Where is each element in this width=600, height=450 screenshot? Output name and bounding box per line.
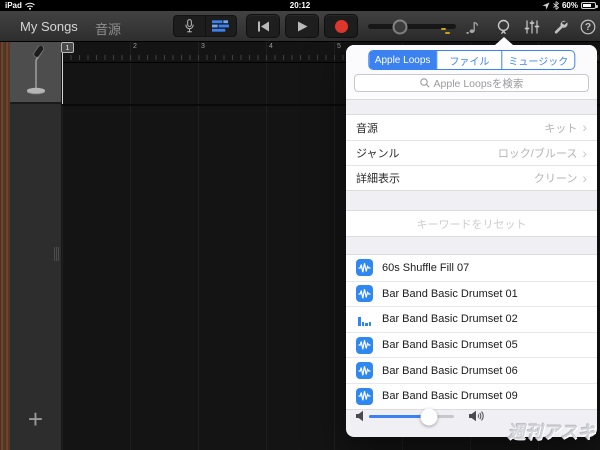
microphone-icon [185, 19, 194, 33]
measure-number: 3 [201, 43, 205, 50]
filter-label: 音源 [356, 122, 378, 135]
search-icon [419, 78, 430, 88]
filter-value: キット [544, 122, 578, 135]
filter-genre[interactable]: ジャンル ロック/ブルース › [346, 140, 597, 165]
loop-list-item[interactable]: Bar Band Basic Drumset 01 [346, 280, 597, 307]
garageband-screen: iPad 20:12 60% My Songs 音源 ? + 2 3 4 5 1… [0, 0, 600, 450]
clock: 20:12 [289, 1, 311, 10]
status-bar: iPad 20:12 60% [0, 0, 600, 11]
loop-filters: 音源 キット › ジャンル ロック/ブルース › 詳細表示 クリーン › [346, 114, 597, 191]
audio-track-header[interactable] [10, 42, 61, 104]
loop-name: Bar Band Basic Drumset 01 [382, 287, 518, 300]
record-icon [334, 19, 348, 33]
rewind-button[interactable] [246, 14, 280, 38]
bluetooth-icon [553, 1, 559, 10]
popover-arrow [495, 37, 513, 45]
rewind-icon [257, 21, 269, 31]
loop-list-item[interactable]: Bar Band Basic Drumset 02 [346, 306, 597, 332]
loop-waveform-icon [356, 387, 373, 405]
play-icon [297, 21, 307, 31]
wrench-icon[interactable] [551, 18, 569, 36]
measure-number: 4 [269, 43, 273, 50]
loop-waveform-icon [356, 362, 373, 380]
tracks-view-icon [212, 20, 230, 32]
loop-name: Bar Band Basic Drumset 06 [382, 364, 518, 377]
loop-results-list: 60s Shuffle Fill 07 Bar Band Basic Drums… [346, 254, 597, 410]
filter-label: ジャンル [356, 148, 400, 160]
my-songs-button[interactable]: My Songs [20, 19, 78, 34]
filter-label: 詳細表示 [356, 173, 400, 185]
loop-waveform-icon [356, 259, 373, 277]
column-resize-handle[interactable] [52, 247, 60, 261]
microphone-stand-image [26, 46, 45, 95]
help-icon[interactable]: ? [579, 18, 597, 36]
measure-number: 2 [133, 43, 137, 50]
loop-name: Bar Band Basic Drumset 09 [382, 390, 518, 403]
watermark: 週刊アスキー [508, 423, 596, 450]
wood-edge-texture [0, 42, 10, 450]
play-button[interactable] [285, 14, 319, 38]
search-input[interactable]: Apple Loopsを検索 [354, 74, 589, 92]
loop-browser-icon[interactable] [494, 18, 512, 36]
popover-header: Apple Loops ファイル ミュージック Apple Loopsを検索 [346, 45, 597, 100]
record-button[interactable] [324, 14, 358, 38]
master-volume-knob[interactable] [392, 19, 408, 34]
playhead-marker[interactable]: 1 [61, 42, 74, 53]
search-placeholder: Apple Loopsを検索 [433, 77, 524, 90]
chevron-right-icon: › [582, 169, 587, 186]
chevron-right-icon: › [582, 119, 587, 135]
preview-volume-knob[interactable] [420, 408, 437, 425]
mixer-icon[interactable] [523, 18, 541, 36]
loop-name: Bar Band Basic Drumset 02 [382, 313, 518, 326]
tab-files[interactable]: ファイル [436, 51, 501, 69]
filter-value: クリーン [533, 173, 578, 185]
speaker-low-icon [356, 410, 363, 422]
location-icon [542, 2, 550, 9]
loops-source-tabs: Apple Loops ファイル ミュージック [367, 50, 576, 70]
loop-waveform-icon [356, 285, 373, 303]
mic-view-button[interactable] [174, 16, 205, 36]
filter-descriptors[interactable]: 詳細表示 クリーン › [346, 165, 597, 190]
loop-playing-bars-icon [356, 311, 373, 328]
battery-icon [581, 2, 598, 9]
chevron-right-icon: › [582, 144, 587, 161]
tracks-view-button[interactable] [204, 16, 237, 36]
view-mode-segmented-control [173, 15, 237, 37]
loop-name: Bar Band Basic Drumset 05 [382, 339, 518, 352]
instrument-button[interactable]: 音源 [95, 19, 121, 38]
track-header-column: + [10, 42, 62, 450]
loop-waveform-icon [356, 336, 373, 354]
apple-loops-popover: Apple Loops ファイル ミュージック Apple Loopsを検索 音… [346, 37, 597, 437]
tab-music[interactable]: ミュージック [501, 51, 574, 69]
reset-keywords-button[interactable]: キーワードをリセット [346, 210, 597, 237]
help-glyph: ? [584, 21, 592, 33]
note-icon[interactable] [463, 18, 481, 36]
preview-volume-slider[interactable] [369, 408, 454, 425]
loop-list-item[interactable]: 60s Shuffle Fill 07 [346, 255, 597, 281]
loop-list-item[interactable]: Bar Band Basic Drumset 05 [346, 331, 597, 358]
filter-instrument[interactable]: 音源 キット › [346, 115, 597, 140]
filter-value: ロック/ブルース [497, 148, 578, 160]
speaker-loud-icon [469, 410, 484, 422]
battery-percent: 60% [561, 1, 578, 10]
loop-name: 60s Shuffle Fill 07 [382, 261, 470, 274]
add-track-button[interactable]: + [10, 406, 61, 432]
measure-number: 5 [337, 43, 341, 50]
loop-list-item[interactable]: Bar Band Basic Drumset 06 [346, 357, 597, 383]
tab-apple-loops[interactable]: Apple Loops [368, 51, 437, 69]
